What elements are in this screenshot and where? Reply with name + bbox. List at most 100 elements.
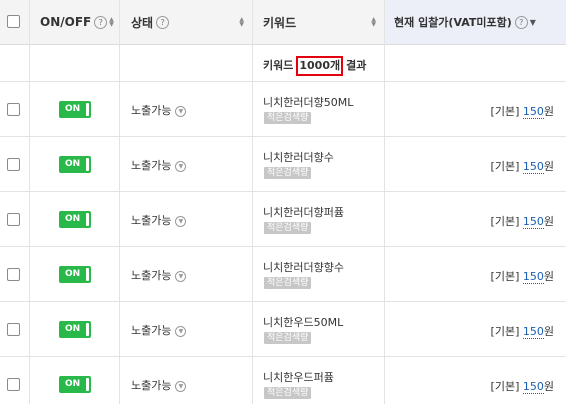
toggle-label: ON (65, 214, 81, 224)
search-volume-badge: 적은검색량 (264, 277, 312, 289)
bid-cell: [기본] 150원 (491, 213, 554, 229)
status-dropdown[interactable]: 노출가능 ▼ (131, 157, 187, 173)
bid-type-label: [기본] (490, 270, 520, 283)
table-row: ON 노출가능 ▼ 니치한러더향향수 적은검색량 [기본] 150원 (0, 247, 566, 302)
bid-cell: [기본] 150원 (491, 268, 554, 284)
column-divider (119, 0, 120, 404)
select-all-cell (0, 0, 29, 44)
column-divider (252, 0, 253, 404)
onoff-header-label: ON/OFF (40, 15, 92, 29)
keyword-header[interactable]: 키워드 ▲ ▼ (252, 0, 384, 44)
row-checkbox[interactable] (7, 158, 20, 171)
row-checkbox[interactable] (7, 213, 20, 226)
onoff-toggle[interactable]: ON (59, 156, 91, 173)
toggle-label: ON (65, 379, 81, 389)
status-label: 노출가능 (131, 324, 172, 337)
bid-cell: [기본] 150원 (491, 378, 554, 394)
onoff-header[interactable]: ON/OFF ? ▲ ▼ (40, 0, 114, 44)
column-divider (29, 0, 30, 404)
toggle-label: ON (65, 269, 81, 279)
keyword-text[interactable]: 니치한러더향향수 (263, 259, 344, 275)
status-dropdown[interactable]: 노출가능 ▼ (131, 102, 187, 118)
bid-unit: 원 (543, 270, 554, 283)
bid-type-label: [기본] (490, 215, 520, 228)
keyword-text[interactable]: 니치한러더향50ML (263, 94, 353, 110)
sort-desc-icon[interactable]: ▼ (530, 18, 536, 27)
keyword-text[interactable]: 니치한러더향퍼퓸 (263, 204, 344, 220)
chevron-down-icon[interactable]: ▼ (175, 271, 187, 282)
status-label: 노출가능 (131, 379, 172, 392)
status-header[interactable]: 상태 ? ▲ ▼ (119, 0, 252, 44)
row-checkbox[interactable] (7, 103, 20, 116)
bid-amount-link[interactable]: 150 (522, 215, 544, 229)
status-header-label: 상태 (131, 15, 154, 30)
onoff-toggle[interactable]: ON (59, 321, 91, 338)
status-label: 노출가능 (131, 269, 172, 282)
bid-header-label: 현재 입찰가(VAT미포함) (394, 16, 512, 29)
onoff-toggle[interactable]: ON (59, 101, 91, 118)
select-all-checkbox[interactable] (7, 15, 20, 28)
onoff-toggle[interactable]: ON (59, 376, 91, 393)
status-dropdown[interactable]: 노출가능 ▼ (131, 212, 187, 228)
bid-amount-link[interactable]: 150 (522, 160, 544, 174)
keyword-text[interactable]: 니치한우드퍼퓸 (263, 369, 334, 385)
keyword-count-highlight: 1000개 (296, 56, 344, 76)
status-label: 노출가능 (131, 104, 172, 117)
bid-unit: 원 (543, 325, 554, 338)
bid-unit: 원 (543, 160, 554, 173)
chevron-down-icon[interactable]: ▼ (175, 381, 187, 392)
keyword-table: ON/OFF ? ▲ ▼ 상태 ? ▲ ▼ 키워드 ▲ ▼ 현재 입찰가(VAT미포함… (0, 0, 566, 404)
search-volume-badge: 적은검색량 (264, 222, 312, 234)
keyword-summary-row: 키워드 1000개 결과 (0, 45, 566, 82)
row-checkbox[interactable] (7, 323, 20, 336)
summary-prefix: 키워드 (263, 59, 294, 72)
help-icon[interactable]: ? (94, 15, 108, 29)
onoff-toggle[interactable]: ON (59, 211, 91, 228)
chevron-down-icon[interactable]: ▼ (175, 161, 187, 172)
search-volume-badge: 적은검색량 (264, 167, 312, 179)
bid-cell: [기본] 150원 (491, 103, 554, 119)
table-row: ON 노출가능 ▼ 니치한우드퍼퓸 적은검색량 [기본] 150원 (0, 357, 566, 404)
chevron-down-icon[interactable]: ▼ (175, 106, 187, 117)
bid-amount-link[interactable]: 150 (522, 270, 544, 284)
bid-unit: 원 (543, 105, 554, 118)
summary-suffix: 결과 (346, 59, 367, 72)
table-header: ON/OFF ? ▲ ▼ 상태 ? ▲ ▼ 키워드 ▲ ▼ 현재 입찰가(VAT미포함… (0, 0, 566, 45)
sort-icon[interactable]: ▲ ▼ (239, 17, 244, 28)
bid-cell: [기본] 150원 (491, 323, 554, 339)
table-row: ON 노출가능 ▼ 니치한우드50ML 적은검색량 [기본] 150원 (0, 302, 566, 357)
bid-unit: 원 (543, 380, 554, 393)
search-volume-badge: 적은검색량 (264, 387, 312, 399)
chevron-down-icon[interactable]: ▼ (175, 326, 187, 337)
bid-unit: 원 (543, 215, 554, 228)
bid-amount-link[interactable]: 150 (522, 105, 544, 119)
status-label: 노출가능 (131, 159, 172, 172)
bid-type-label: [기본] (490, 160, 520, 173)
sort-icon[interactable]: ▲ ▼ (109, 17, 114, 28)
help-icon[interactable]: ? (156, 15, 170, 29)
status-dropdown[interactable]: 노출가능 ▼ (131, 267, 187, 283)
status-dropdown[interactable]: 노출가능 ▼ (131, 322, 187, 338)
help-icon[interactable]: ? (514, 15, 528, 29)
bid-header[interactable]: 현재 입찰가(VAT미포함) ? ▼ (384, 0, 566, 44)
onoff-toggle[interactable]: ON (59, 266, 91, 283)
table-row: ON 노출가능 ▼ 니치한러더향수 적은검색량 [기본] 150원 (0, 137, 566, 192)
keyword-text[interactable]: 니치한우드50ML (263, 314, 343, 330)
bid-cell: [기본] 150원 (491, 158, 554, 174)
search-volume-badge: 적은검색량 (264, 332, 312, 344)
keyword-header-label: 키워드 (263, 15, 297, 30)
table-row: ON 노출가능 ▼ 니치한러더향퍼퓸 적은검색량 [기본] 150원 (0, 192, 566, 247)
sort-icon[interactable]: ▲ ▼ (371, 17, 376, 28)
column-divider (384, 0, 385, 404)
keyword-summary: 키워드 1000개 결과 (263, 56, 366, 76)
keyword-text[interactable]: 니치한러더향수 (263, 149, 334, 165)
status-label: 노출가능 (131, 214, 172, 227)
row-checkbox[interactable] (7, 268, 20, 281)
chevron-down-icon[interactable]: ▼ (175, 216, 187, 227)
row-checkbox[interactable] (7, 378, 20, 391)
bid-amount-link[interactable]: 150 (522, 380, 544, 394)
bid-amount-link[interactable]: 150 (522, 325, 544, 339)
bid-type-label: [기본] (490, 105, 520, 118)
table-row: ON 노출가능 ▼ 니치한러더향50ML 적은검색량 [기본] 150원 (0, 82, 566, 137)
status-dropdown[interactable]: 노출가능 ▼ (131, 377, 187, 393)
